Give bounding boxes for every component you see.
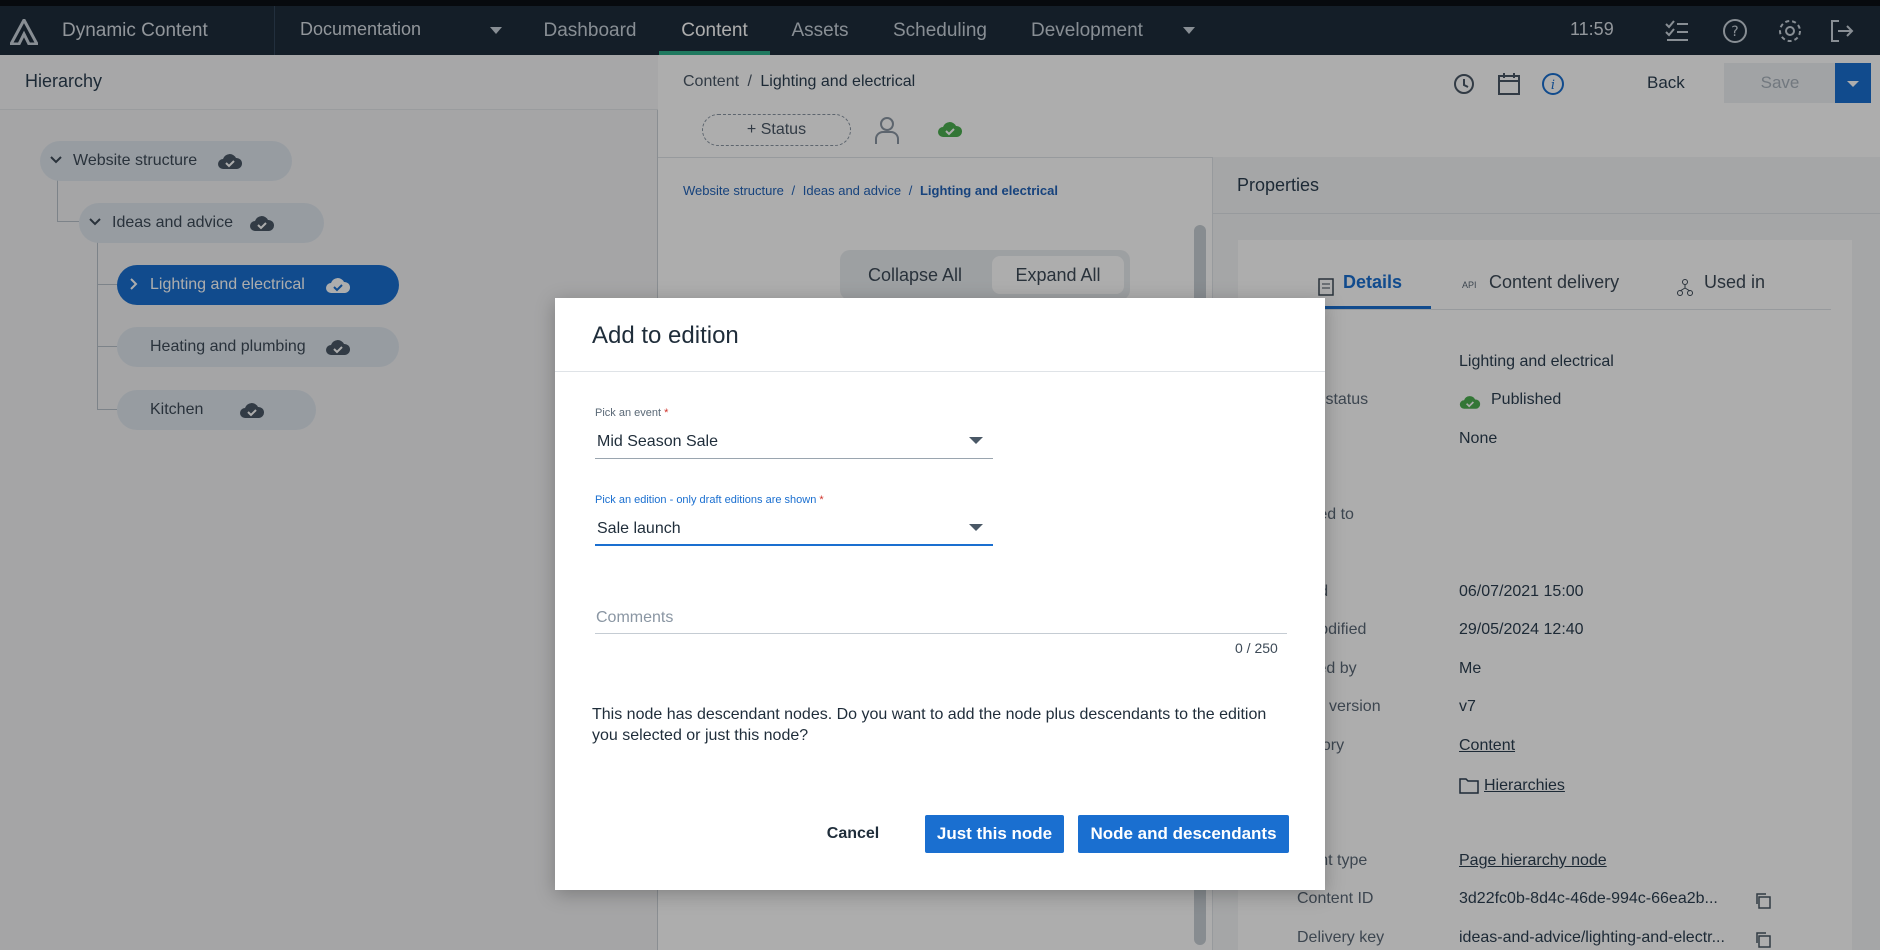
comments-underline — [595, 633, 1287, 634]
event-select[interactable]: Mid Season Sale — [597, 433, 718, 451]
dialog-message: This node has descendant nodes. Do you w… — [592, 706, 1267, 744]
cancel-button[interactable]: Cancel — [818, 815, 888, 853]
edition-field-label: Pick an edition - only draft editions ar… — [595, 494, 824, 506]
event-label-text: Pick an event — [595, 407, 662, 419]
event-field-label: Pick an event * — [595, 407, 668, 419]
required-marker: * — [664, 407, 669, 419]
dialog-title: Add to edition — [592, 322, 739, 349]
add-to-edition-dialog: Add to edition Pick an event * Mid Seaso… — [555, 298, 1325, 890]
edition-select[interactable]: Sale launch — [597, 520, 681, 538]
node-and-descendants-button[interactable]: Node and descendants — [1078, 815, 1289, 853]
comments-input[interactable]: Comments — [596, 609, 673, 627]
edition-chevron-down-icon[interactable] — [969, 524, 983, 531]
event-chevron-down-icon[interactable] — [969, 437, 983, 444]
edition-field-underline — [595, 544, 993, 546]
dialog-divider — [555, 371, 1325, 372]
event-field-underline — [595, 458, 993, 459]
just-this-node-button[interactable]: Just this node — [925, 815, 1064, 853]
required-marker: * — [819, 494, 824, 506]
comments-counter: 0 / 250 — [1235, 640, 1278, 656]
edition-label-text: Pick an edition - only draft editions ar… — [595, 494, 817, 506]
